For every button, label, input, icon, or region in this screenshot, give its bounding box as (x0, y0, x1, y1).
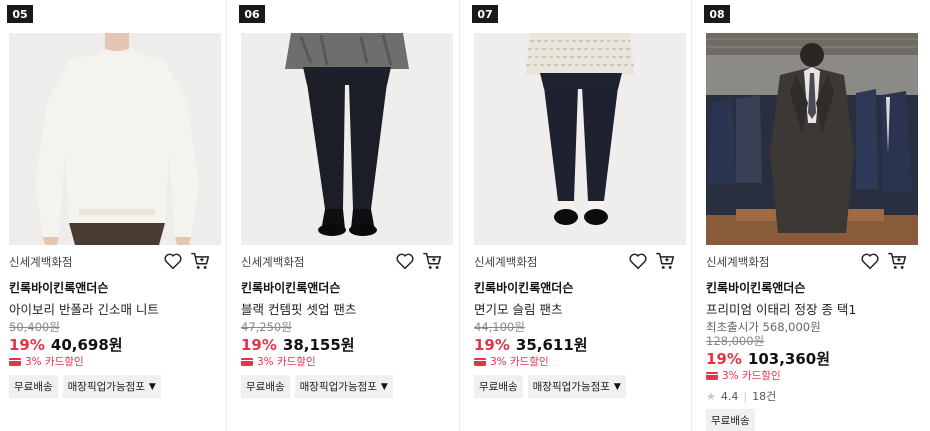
tag-free-shipping: 무료배송 (9, 375, 58, 398)
price-row: 19% 103,360원 (706, 348, 830, 369)
card-discount-label: 3% 카드할인 (257, 356, 316, 368)
black-slacks-model-image (241, 33, 453, 245)
rank-badge: 05 (7, 5, 33, 23)
card-actions (627, 250, 687, 272)
tag-store-pickup[interactable]: 매장픽업가능점포 ▼ (527, 375, 626, 398)
price-row: 19% 35,611원 (474, 334, 588, 355)
original-price: 128,000원 (706, 334, 765, 348)
credit-card-icon (706, 371, 718, 380)
product-image[interactable] (241, 33, 453, 245)
card-divider (459, 0, 460, 431)
product-image[interactable] (706, 33, 918, 245)
tag-free-shipping: 무료배송 (706, 409, 755, 431)
rank-badge: 06 (239, 5, 265, 23)
rating-row[interactable]: ★ 4.4 | 18건 (706, 388, 776, 404)
card-divider (226, 0, 227, 431)
brand-name: 킨록바이킨록앤더슨 (9, 281, 109, 295)
price-row: 19% 40,698원 (9, 334, 123, 355)
cart-icon[interactable] (655, 250, 677, 272)
review-count: 18건 (752, 390, 777, 403)
sale-price: 103,360원 (747, 350, 831, 368)
store-name: 신세계백화점 (241, 255, 305, 269)
price-row: 19% 38,155원 (241, 334, 355, 355)
tag-store-pickup-label: 매장픽업가능점포 (67, 381, 145, 393)
credit-card-icon (474, 357, 486, 366)
tag-free-shipping: 무료배송 (241, 375, 290, 398)
tag-list: 무료배송 매장픽업가능점포 ▼ (241, 375, 393, 398)
discount-rate: 19% (9, 336, 45, 354)
card-discount-label: 3% 카드할인 (722, 370, 781, 382)
brand-name: 킨록바이킨록앤더슨 (474, 281, 574, 295)
tag-store-pickup[interactable]: 매장픽업가능점포 ▼ (62, 375, 161, 398)
product-name[interactable]: 아이보리 반폴라 긴소매 니트 (9, 299, 159, 318)
tag-store-pickup-label: 매장픽업가능점포 (299, 381, 377, 393)
cart-icon[interactable] (422, 250, 444, 272)
card-discount: 3% 카드할인 (9, 354, 84, 369)
heart-icon[interactable] (627, 250, 649, 272)
sale-price: 40,698원 (50, 336, 123, 354)
tag-list: 무료배송 매장픽업가능점포 ▼ (9, 375, 161, 398)
star-icon: ★ (706, 389, 716, 403)
product-card[interactable]: 08 신세계백화점 킨록바이킨록앤더슨 프리미엄 이태리 정장 종 택1 최초출… (699, 0, 918, 431)
cart-icon[interactable] (887, 250, 909, 272)
product-name[interactable]: 블랙 컨템핏 셋업 팬츠 (241, 299, 356, 318)
caret-down-icon: ▼ (613, 381, 621, 392)
discount-rate: 19% (474, 336, 510, 354)
sale-price: 35,611원 (515, 336, 588, 354)
card-discount: 3% 카드할인 (241, 354, 316, 369)
product-grid: 05 신세계백화점 킨록바이킨록앤더슨 아이보리 반폴라 긴소매 니트 50,4… (0, 0, 930, 431)
card-discount: 3% 카드할인 (474, 354, 549, 369)
brand-name: 킨록바이킨록앤더슨 (706, 281, 806, 295)
caret-down-icon: ▼ (380, 381, 388, 392)
suit-store-display-image (706, 33, 918, 245)
store-name: 신세계백화점 (706, 255, 770, 269)
original-price: 50,400원 (9, 320, 60, 334)
cart-icon[interactable] (190, 250, 212, 272)
tag-list: 무료배송 매장픽업가능점포 ▼ (474, 375, 626, 398)
card-discount-label: 3% 카드할인 (490, 356, 549, 368)
product-image[interactable] (9, 33, 221, 245)
card-actions (162, 250, 222, 272)
product-card[interactable]: 07 신세계백화점 킨록바이킨록앤더슨 면기모 슬림 팬츠 44,100원 19… (467, 0, 686, 431)
card-divider (691, 0, 692, 431)
tag-free-shipping: 무료배송 (474, 375, 523, 398)
credit-card-icon (9, 357, 21, 366)
product-card[interactable]: 05 신세계백화점 킨록바이킨록앤더슨 아이보리 반폴라 긴소매 니트 50,4… (2, 0, 221, 431)
product-card[interactable]: 06 신세계백화점 킨록바이킨록앤더슨 블랙 컨템핏 셋업 팬츠 47,250원… (234, 0, 453, 431)
product-name[interactable]: 프리미엄 이태리 정장 종 택1 (706, 299, 856, 318)
card-actions (859, 250, 919, 272)
rank-badge: 07 (472, 5, 498, 23)
credit-card-icon (241, 357, 253, 366)
card-discount: 3% 카드할인 (706, 368, 781, 383)
sale-price: 38,155원 (282, 336, 355, 354)
tag-store-pickup-label: 매장픽업가능점포 (532, 381, 610, 393)
rating-score: 4.4 (720, 389, 739, 403)
card-discount-label: 3% 카드할인 (25, 356, 84, 368)
heart-icon[interactable] (162, 250, 184, 272)
store-name: 신세계백화점 (9, 255, 73, 269)
tag-store-pickup[interactable]: 매장픽업가능점포 ▼ (294, 375, 393, 398)
original-price: 47,250원 (241, 320, 292, 334)
product-name[interactable]: 면기모 슬림 팬츠 (474, 299, 562, 318)
tag-list: 무료배송 (706, 409, 755, 431)
brand-name: 킨록바이킨록앤더슨 (241, 281, 341, 295)
caret-down-icon: ▼ (148, 381, 156, 392)
heart-icon[interactable] (859, 250, 881, 272)
product-image[interactable] (474, 33, 686, 245)
rank-badge: 08 (704, 5, 730, 23)
store-name: 신세계백화점 (474, 255, 538, 269)
separator: | (743, 389, 748, 403)
ivory-knit-model-image (9, 33, 221, 245)
heart-icon[interactable] (394, 250, 416, 272)
card-actions (394, 250, 454, 272)
original-price: 44,100원 (474, 320, 525, 334)
navy-pants-model-image (474, 33, 686, 245)
discount-rate: 19% (706, 350, 742, 368)
discount-rate: 19% (241, 336, 277, 354)
